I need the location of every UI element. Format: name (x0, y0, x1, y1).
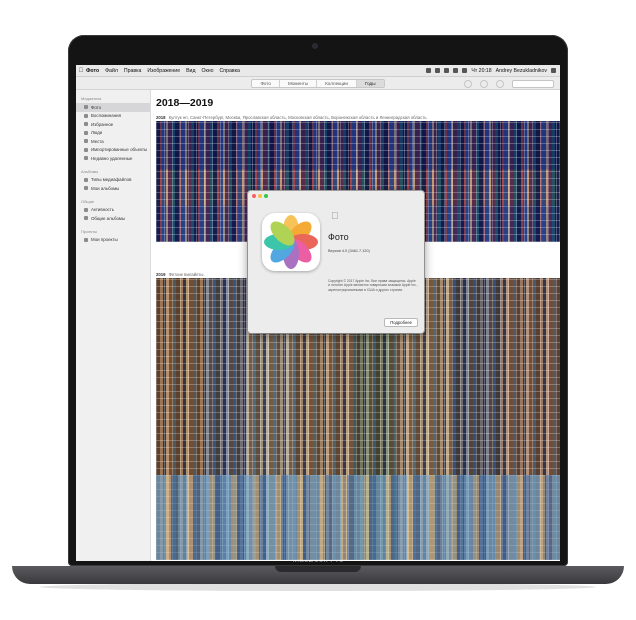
sidebar-item-my-albums[interactable]: Мои альбомы (76, 184, 150, 193)
sidebar-heading: Медиатека (81, 96, 102, 101)
sidebar-item-people[interactable]: Люди (76, 129, 150, 138)
tab-years[interactable]: Годы (356, 79, 384, 87)
menu-view[interactable]: Вид (186, 68, 195, 74)
year-places: Култук нп, Санкт-Петербург, Москва, Ярос… (168, 115, 427, 120)
sidebar-item-shared-albums[interactable]: Общие альбомы (76, 214, 150, 223)
menu-window[interactable]: Окно (201, 68, 213, 74)
sidebar-item-imports[interactable]: Импортированные объекты (76, 146, 150, 155)
more-info-button[interactable]: Подробнее (384, 318, 418, 327)
app-version: Версия 4.0 (3461.7.120) (328, 249, 370, 253)
sidebar-item-favorites[interactable]: Избранное (76, 120, 150, 129)
folder-icon (84, 186, 88, 191)
sidebar-item-my-projects[interactable]: Мои проекты (76, 236, 150, 245)
share-icon[interactable] (480, 80, 488, 88)
menu-bar:  Фото Файл Правка Изображение Вид Окно … (76, 65, 560, 77)
sidebar-item-media-types[interactable]: Типы медиафайлов (76, 176, 150, 185)
spotlight-icon[interactable] (551, 68, 556, 73)
year-header-2019[interactable]: 2019 Фетхие вилайеты (156, 272, 203, 277)
battery-icon[interactable] (462, 68, 468, 73)
sidebar-item-activity[interactable]: Активность (76, 206, 150, 215)
menu-user[interactable]: Andrey Bezukladnikov (496, 68, 547, 74)
screen:  Фото Файл Правка Изображение Вид Окно … (76, 65, 560, 561)
apple-menu-icon[interactable]:  (76, 68, 86, 74)
sidebar: Медиатека Фото Воспоминания Избранное Лю… (76, 90, 151, 561)
wifi-icon[interactable] (453, 68, 459, 73)
memories-icon (84, 113, 88, 118)
folder-icon (84, 237, 88, 242)
menu-photos[interactable]: Фото (86, 68, 99, 74)
base-notch (275, 566, 361, 572)
trash-icon (84, 156, 88, 161)
folder-icon (84, 216, 88, 221)
laptop-shadow (40, 583, 596, 591)
sidebar-item-deleted[interactable]: Недавно удаленные (76, 154, 150, 163)
menu-file[interactable]: Файл (105, 68, 118, 74)
menu-image[interactable]: Изображение (147, 68, 180, 74)
sidebar-heading: Общие (81, 198, 95, 204)
zoom-icon[interactable] (264, 194, 268, 198)
person-icon (84, 130, 88, 135)
year-label: 2018 (156, 115, 166, 120)
heart-icon (84, 122, 88, 127)
macbook: MacBook Pro  Фото Файл Правка Изображен… (0, 0, 636, 620)
sidebar-item-photos[interactable]: Фото (76, 103, 150, 112)
toolbar: Фото Моменты Коллекции Годы (76, 77, 560, 90)
photos-icon (84, 105, 88, 110)
year-header-2018[interactable]: 2018 Култук нп, Санкт-Петербург, Москва, … (156, 115, 427, 120)
menu-edit[interactable]: Правка (124, 68, 142, 74)
folder-icon (84, 177, 88, 182)
status-icon[interactable] (444, 68, 450, 73)
laptop-base (12, 566, 624, 584)
about-dialog:  Фото Версия 4.0 (3461.7.120) Copyright… (248, 191, 424, 333)
menu-extras: Чт 20:18 Andrey Bezukladnikov (426, 68, 560, 74)
minimize-icon[interactable] (258, 194, 262, 198)
import-icon (84, 147, 88, 152)
page-title: 2018—2019 (156, 97, 214, 109)
photos-flower-icon (264, 215, 318, 269)
cloud-icon (84, 207, 88, 212)
tab-collections[interactable]: Коллекции (317, 79, 357, 87)
app-name: Фото (328, 232, 349, 242)
copyright-text: Copyright © 2017 Apple Inc. Все права за… (328, 279, 418, 292)
sidebar-heading: Альбомы (81, 168, 99, 174)
sidebar-item-memories[interactable]: Воспоминания (76, 112, 150, 121)
menu-clock[interactable]: Чт 20:18 (471, 68, 491, 74)
toolbar-actions (464, 80, 554, 88)
favorite-icon[interactable] (496, 80, 504, 88)
menu-help[interactable]: Справка (220, 68, 240, 74)
apple-logo-icon:  (331, 211, 339, 222)
laptop-lid: MacBook Pro  Фото Файл Правка Изображен… (68, 35, 568, 566)
status-icon[interactable] (426, 68, 432, 73)
status-icon[interactable] (435, 68, 441, 73)
year-label: 2019 (156, 272, 166, 277)
sidebar-heading: Проекты (81, 228, 98, 234)
beach-thumbnails (156, 475, 560, 560)
window-controls (252, 194, 268, 198)
tab-photos[interactable]: Фото (252, 79, 280, 87)
camera-icon (312, 43, 318, 49)
year-places: Фетхие вилайеты (168, 272, 204, 277)
info-icon[interactable] (464, 80, 472, 88)
pin-icon (84, 139, 88, 144)
photos-app-icon (262, 213, 320, 271)
view-segmented-control: Фото Моменты Коллекции Годы (251, 78, 385, 88)
close-icon[interactable] (252, 194, 256, 198)
sidebar-item-places[interactable]: Места (76, 137, 150, 146)
search-input[interactable] (512, 80, 554, 88)
tab-moments[interactable]: Моменты (280, 79, 318, 87)
